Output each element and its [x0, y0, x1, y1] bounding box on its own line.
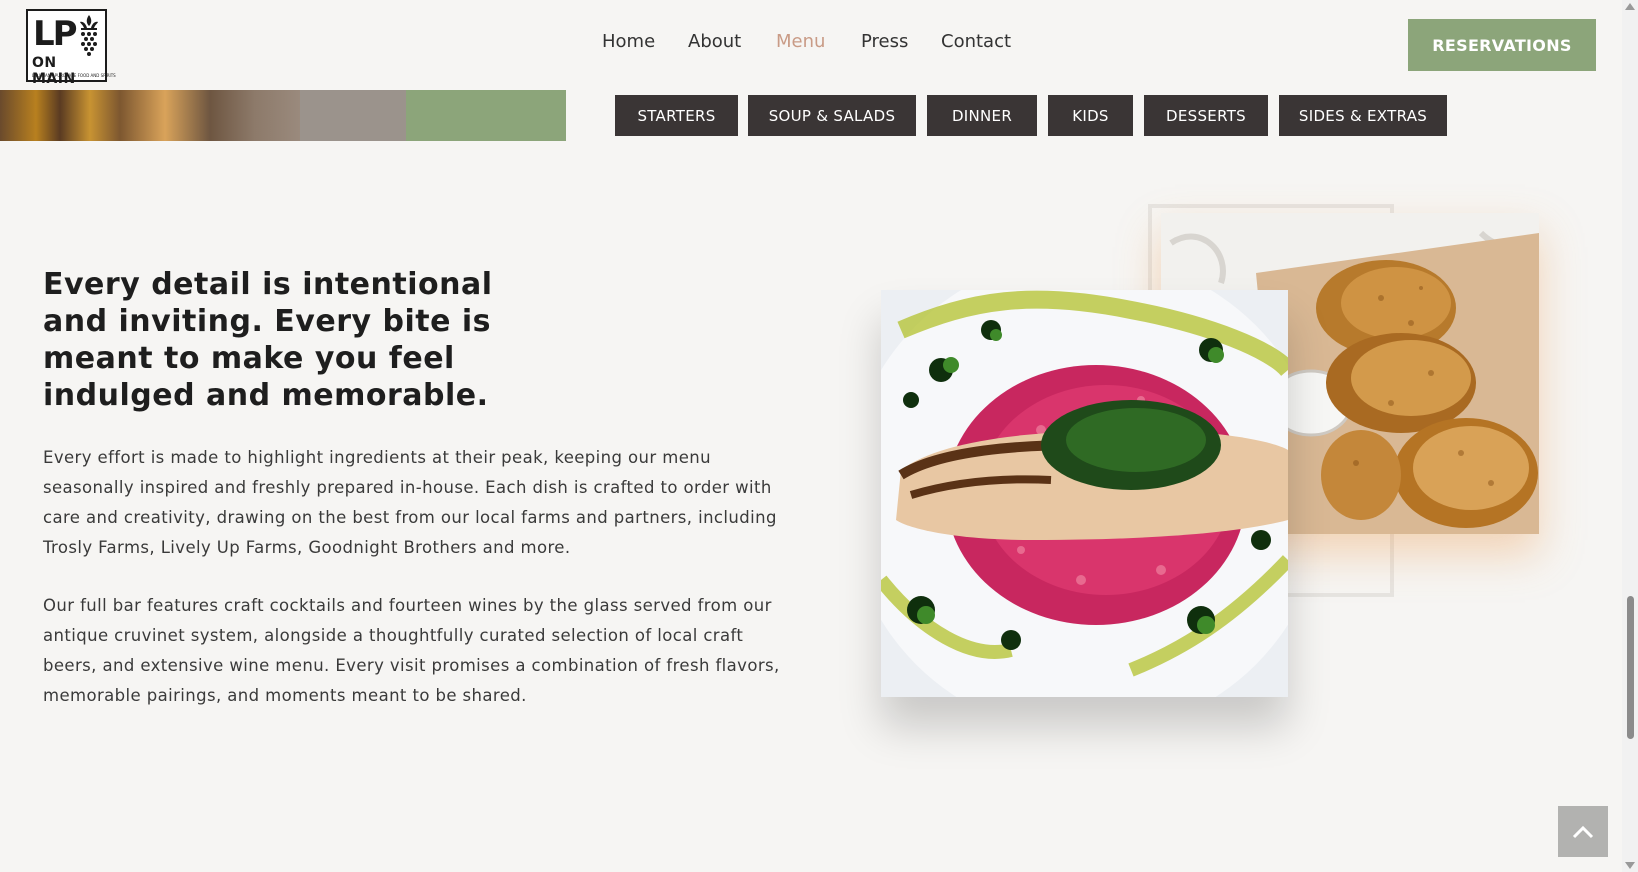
nav-home[interactable]: Home: [602, 31, 655, 52]
nav-press[interactable]: Press: [861, 31, 908, 52]
scroll-down-arrow-icon[interactable]: [1625, 862, 1635, 869]
chevron-up-icon: [1572, 825, 1594, 838]
scrollbar[interactable]: [1622, 0, 1638, 872]
nav-about[interactable]: About: [688, 31, 741, 52]
salmon-risotto-photo: [881, 290, 1288, 697]
tab-sides-extras[interactable]: SIDES & EXTRAS: [1279, 95, 1447, 136]
bar-paragraph: Our full bar features craft cocktails an…: [43, 596, 780, 705]
hero-image-strip: [0, 90, 566, 141]
logo-on-main-text: ON MAIN: [32, 55, 76, 87]
green-accent-block: [406, 90, 566, 141]
logo-lp-text: LP: [33, 14, 78, 54]
tab-soup-salads[interactable]: SOUP & SALADS: [748, 95, 916, 136]
tab-dinner[interactable]: DINNER: [927, 95, 1037, 136]
back-to-top-button[interactable]: [1558, 806, 1608, 857]
wall-photo: [300, 90, 406, 141]
tab-kids[interactable]: KIDS: [1048, 95, 1133, 136]
scrollbar-thumb[interactable]: [1627, 596, 1634, 739]
site-logo[interactable]: LP ON MAIN LOUISIANA PURCHASE FOOD AND S…: [26, 9, 116, 87]
nav-menu[interactable]: Menu: [776, 31, 825, 52]
reservations-button[interactable]: RESERVATIONS: [1408, 19, 1596, 71]
tab-desserts[interactable]: DESSERTS: [1144, 95, 1268, 136]
intro-paragraph: Every effort is made to highlight ingred…: [43, 448, 777, 557]
logo-tagline: LOUISIANA PURCHASE FOOD AND SPIRITS: [32, 73, 116, 78]
tab-starters[interactable]: STARTERS: [615, 95, 738, 136]
nav-contact[interactable]: Contact: [941, 31, 1011, 52]
chair-photo: [0, 90, 300, 141]
scroll-up-arrow-icon[interactable]: [1625, 3, 1635, 10]
section-headline: Every detail is intentional and inviting…: [43, 267, 493, 413]
